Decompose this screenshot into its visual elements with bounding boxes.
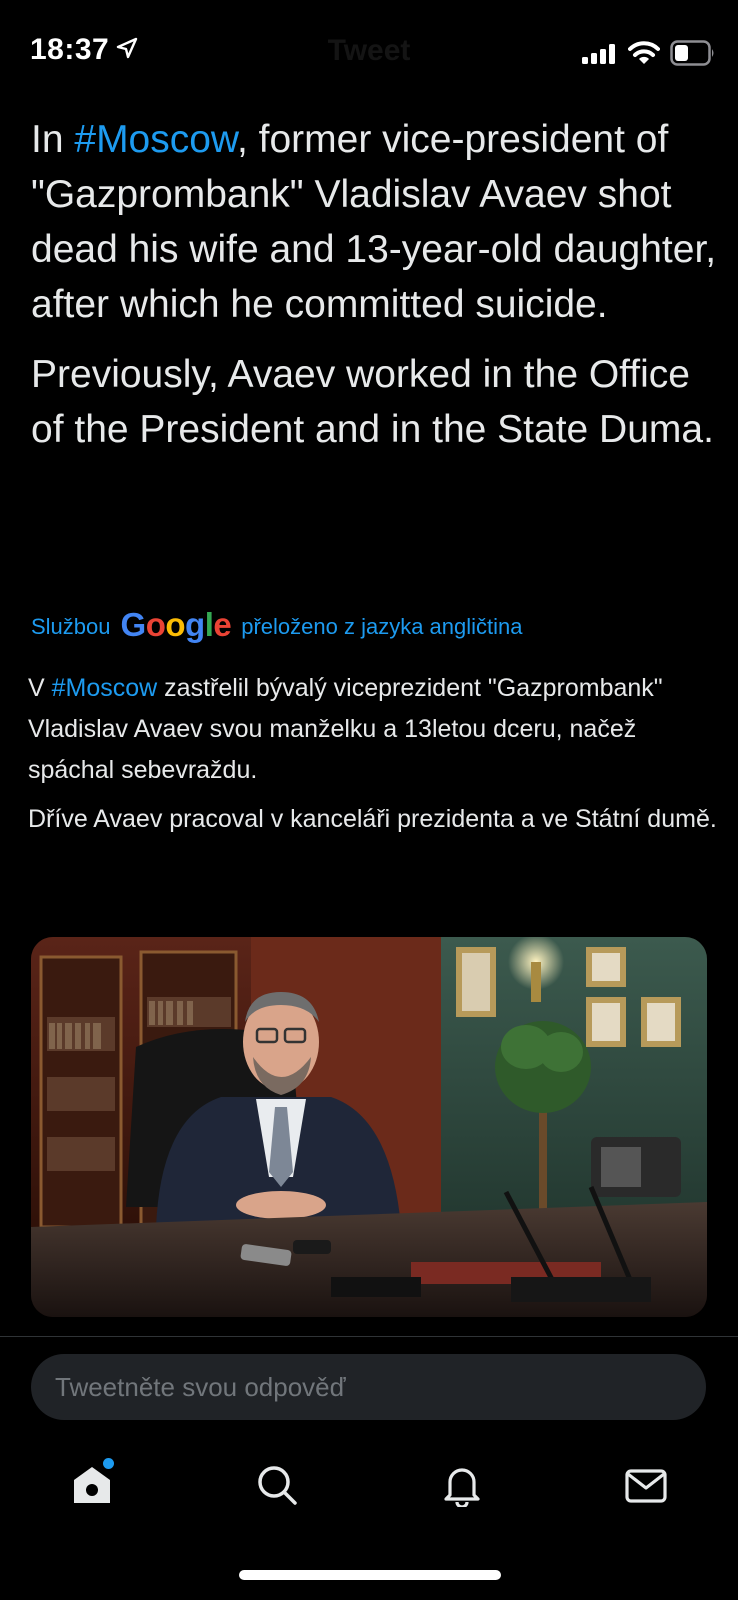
translated-paragraph: V #Moscow zastřelil bývalý viceprezident…	[28, 668, 718, 791]
reply-placeholder: Tweetněte svou odpověď	[55, 1371, 346, 1402]
cellular-signal-icon	[582, 44, 616, 69]
tweet-text-segment: In	[31, 118, 75, 161]
translated-text: V #Moscow zastřelil bývalý viceprezident…	[28, 668, 718, 848]
tab-bar	[0, 1440, 738, 1530]
translated-by-label: Službou	[31, 614, 111, 639]
google-logo: Google	[120, 606, 232, 643]
translated-by-google[interactable]: Službou Google přeloženo z jazyka anglič…	[31, 606, 523, 646]
status-bar: 18:37 Tweet	[0, 0, 738, 100]
hashtag-link[interactable]: #Moscow	[74, 118, 237, 161]
battery-icon	[670, 40, 716, 71]
bell-icon	[444, 1468, 480, 1507]
mail-icon	[625, 1469, 667, 1503]
search-icon	[258, 1466, 297, 1505]
wifi-icon	[628, 40, 660, 71]
divider	[0, 1336, 738, 1337]
home-icon	[74, 1467, 110, 1503]
tweet-paragraph: Previously, Avaev worked in the Office o…	[31, 353, 714, 451]
hashtag-link[interactable]: #Moscow	[52, 674, 158, 702]
tweet-photo[interactable]	[31, 937, 707, 1317]
notification-dot	[103, 1458, 114, 1469]
office-portrait-illustration	[31, 937, 707, 1317]
home-indicator[interactable]	[239, 1570, 501, 1580]
tab-search[interactable]	[252, 1460, 302, 1510]
translated-paragraph: Dříve Avaev pracoval v kanceláři prezide…	[28, 805, 717, 833]
tab-messages[interactable]	[621, 1460, 671, 1510]
translated-from-label: přeloženo z jazyka angličtina	[241, 614, 523, 639]
tweet-paragraph: In #Moscow, former vice-president of "Ga…	[31, 112, 721, 332]
tab-notifications[interactable]	[437, 1460, 487, 1510]
reply-input[interactable]: Tweetněte svou odpověď	[31, 1354, 706, 1420]
translated-text-segment: V	[28, 674, 52, 702]
tweet-text: In #Moscow, former vice-president of "Ga…	[31, 112, 721, 472]
